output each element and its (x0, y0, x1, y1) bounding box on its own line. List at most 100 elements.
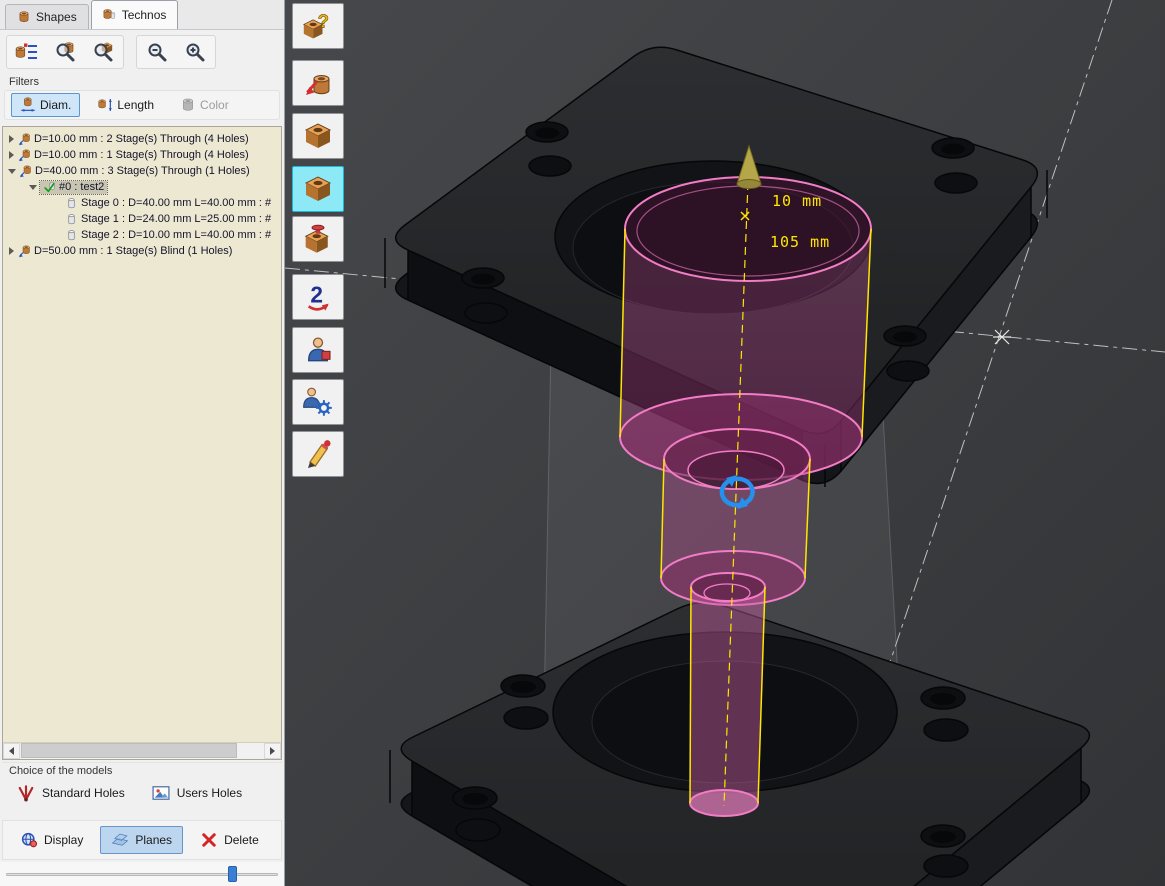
zoom-model-icon (91, 40, 115, 64)
solid-block-tool-button[interactable] (292, 113, 344, 159)
through-hole-icon (18, 149, 31, 162)
zoom-out-button[interactable] (138, 37, 176, 67)
users-holes-icon (151, 783, 171, 803)
viewport-3d[interactable]: 10 mm 105 mm (285, 0, 1165, 886)
filter-length-label: Length (117, 98, 154, 112)
filter-color-button[interactable]: Color (171, 93, 238, 117)
tree-item-d50-blind[interactable]: D=50.00 mm : 1 Stage(s) Blind (1 Holes) (3, 243, 281, 259)
users-holes-button[interactable]: Users Holes (143, 779, 250, 807)
help-hole-tool-button[interactable]: ? (292, 3, 344, 49)
filter-diameter-button[interactable]: Diam. (11, 93, 80, 117)
users-holes-label: Users Holes (177, 786, 242, 800)
tree-item-label: Stage 0 : D=40.00 mm L=40.00 mm : # (81, 197, 271, 209)
app-window: Shapes Technos (0, 0, 1165, 886)
scroll-left-button[interactable] (3, 743, 20, 759)
hole-list-button[interactable] (8, 37, 46, 67)
filters-label: Filters (9, 76, 39, 88)
planes-icon (111, 831, 129, 849)
tab-bar: Shapes Technos (0, 0, 284, 30)
stage-icon (65, 229, 78, 242)
transparency-slider[interactable] (0, 862, 284, 886)
solid-block-active-tool-button[interactable] (292, 166, 344, 212)
tree-item-label: Stage 2 : D=10.00 mm L=40.00 mm : # (81, 229, 271, 241)
tree-rows: D=10.00 mm : 2 Stage(s) Through (4 Holes… (3, 127, 281, 259)
stage-icon (65, 197, 78, 210)
models-section-label: Choice of the models (2, 763, 282, 778)
action-bar: Display Planes Delete (2, 820, 282, 860)
tab-shapes-label: Shapes (36, 10, 77, 24)
tree-item-stage1[interactable]: Stage 1 : D=24.00 mm L=25.00 mm : # (3, 211, 281, 227)
tree-item-d10-2stage[interactable]: D=10.00 mm : 2 Stage(s) Through (4 Holes… (3, 131, 281, 147)
filter-length-button[interactable]: Length (88, 93, 163, 117)
planes-button[interactable]: Planes (100, 826, 183, 854)
zoom-hole-icon (53, 40, 77, 64)
tree-item-stage0[interactable]: Stage 0 : D=40.00 mm L=40.00 mm : # (3, 195, 281, 211)
expander-icon[interactable] (8, 169, 16, 174)
tree-item-label: Stage 1 : D=24.00 mm L=25.00 mm : # (81, 213, 271, 225)
tree-item-test2[interactable]: #0 : test2 (3, 179, 281, 195)
left-panel: Shapes Technos (0, 0, 285, 886)
filter-diameter-label: Diam. (40, 98, 71, 112)
through-hole-icon (19, 165, 32, 178)
tab-technos[interactable]: Technos (91, 0, 179, 29)
models-buttons-row: Standard Holes Users Holes (2, 778, 282, 808)
two-stage-tool-button[interactable]: 2 (292, 274, 344, 320)
scrollbar-track[interactable] (20, 743, 264, 759)
viewport-area: 10 mm 105 mm ? (285, 0, 1165, 886)
planes-label: Planes (135, 833, 172, 847)
solid-block-active-icon (301, 173, 335, 205)
hole-recognition-tool-button[interactable] (292, 60, 344, 106)
tab-shapes[interactable]: Shapes (5, 4, 89, 29)
expander-icon[interactable] (9, 247, 14, 255)
delete-icon (200, 831, 218, 849)
expander-icon[interactable] (29, 185, 37, 190)
expander-icon[interactable] (9, 151, 14, 159)
display-button[interactable]: Display (9, 826, 94, 854)
tree-item-label: D=50.00 mm : 1 Stage(s) Blind (1 Holes) (34, 245, 232, 257)
edit-hole-tool-button[interactable] (292, 431, 344, 477)
stamp-hole-tool-button[interactable] (292, 216, 344, 262)
selected-item-highlight[interactable]: #0 : test2 (40, 181, 107, 194)
slider-track[interactable] (6, 873, 278, 876)
dim-depth-label: 105 mm (770, 233, 830, 251)
slider-thumb[interactable] (228, 866, 237, 882)
zoom-out-icon (145, 40, 169, 64)
display-icon (20, 831, 38, 849)
two-glyph: 2 (310, 281, 323, 307)
shapes-icon (17, 10, 31, 24)
blind-hole-icon (18, 245, 31, 258)
delete-button[interactable]: Delete (189, 826, 270, 854)
top-toolbar (0, 33, 284, 71)
user-gears-tool-button[interactable] (292, 379, 344, 425)
solid-block-icon (301, 120, 335, 152)
standard-holes-button[interactable]: Standard Holes (8, 779, 133, 807)
user-gears-icon (301, 386, 335, 418)
technos-icon (103, 8, 117, 22)
tree-horizontal-scrollbar[interactable] (3, 742, 281, 759)
through-hole-icon (18, 133, 31, 146)
tree-item-stage2[interactable]: Stage 2 : D=10.00 mm L=40.00 mm : # (3, 227, 281, 243)
zoom-in-button[interactable] (176, 37, 214, 67)
tree-item-d10-1stage[interactable]: D=10.00 mm : 1 Stage(s) Through (4 Holes… (3, 147, 281, 163)
display-label: Display (44, 833, 83, 847)
hole-tree: D=10.00 mm : 2 Stage(s) Through (4 Holes… (2, 126, 282, 760)
tree-item-label: D=10.00 mm : 1 Stage(s) Through (4 Holes… (34, 149, 249, 161)
expander-icon[interactable] (9, 135, 14, 143)
zoom-in-icon (183, 40, 207, 64)
question-glyph: ? (318, 10, 329, 31)
hole-recognition-icon (301, 67, 335, 99)
toolbar-group-zoom (136, 35, 216, 69)
zoom-model-button[interactable] (84, 37, 122, 67)
tab-technos-label: Technos (122, 8, 167, 22)
zoom-hole-button[interactable] (46, 37, 84, 67)
hole-list-icon (15, 40, 39, 64)
length-icon (97, 97, 113, 113)
scroll-right-button[interactable] (264, 743, 281, 759)
scrollbar-thumb[interactable] (21, 743, 237, 758)
user-hole-tool-button[interactable] (292, 327, 344, 373)
diameter-icon (20, 97, 36, 113)
filter-color-label: Color (200, 98, 229, 112)
delete-label: Delete (224, 833, 259, 847)
tree-item-d40-3stage[interactable]: D=40.00 mm : 3 Stage(s) Through (1 Holes… (3, 163, 281, 179)
filter-row: Diam. Length Color (4, 90, 280, 120)
